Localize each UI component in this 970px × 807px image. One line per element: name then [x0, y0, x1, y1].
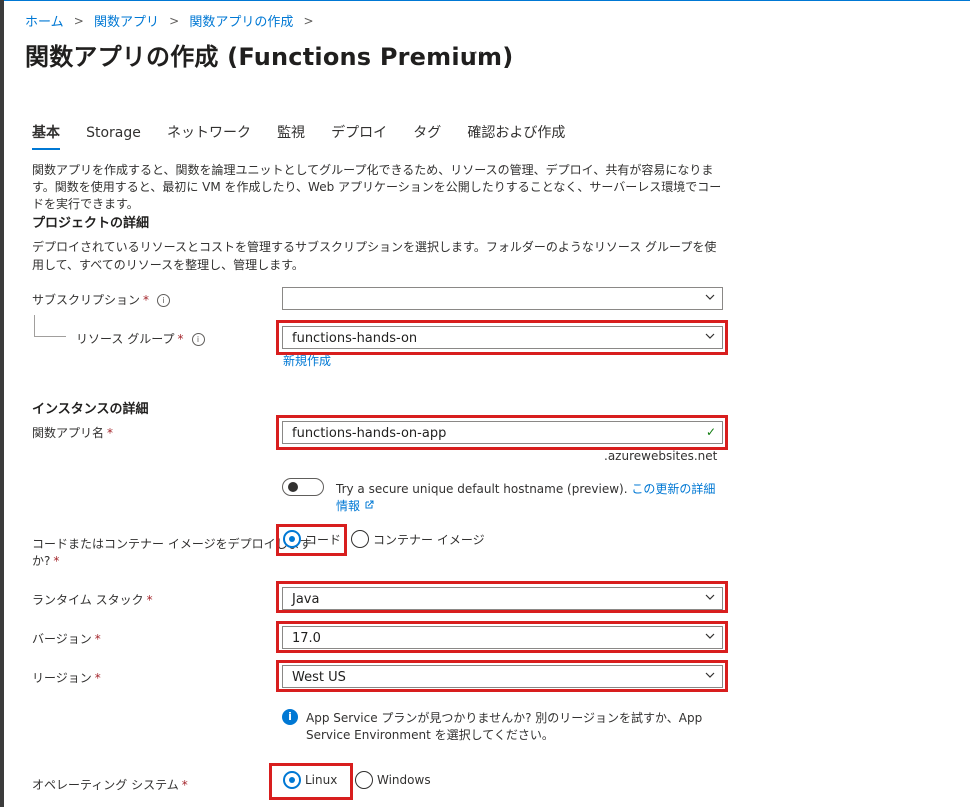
windows-radio[interactable] [355, 771, 373, 789]
function-app-name-label: 関数アプリ名 * [32, 425, 113, 441]
required-mark: * [94, 632, 101, 646]
breadcrumb: ホーム > 関数アプリ > 関数アプリの作成 > [25, 11, 320, 31]
tab-monitoring[interactable]: 監視 [277, 122, 305, 150]
required-mark: * [53, 554, 60, 568]
toggle-knob [288, 482, 298, 492]
region-label: リージョン * [32, 670, 101, 686]
tab-list: 基本 Storage ネットワーク 監視 デプロイ タグ 確認および作成 [32, 122, 586, 152]
tab-deployment[interactable]: デプロイ [331, 122, 387, 150]
function-app-name-label-text: 関数アプリ名 [32, 426, 105, 440]
version-label-text: バージョン [32, 632, 92, 646]
breadcrumb-create-function-app-link[interactable]: 関数アプリの作成 [189, 11, 293, 30]
operating-system-label-text: オペレーティング システム [32, 778, 179, 792]
chevron-down-icon [705, 594, 715, 600]
subscription-label: サブスクリプション * i [32, 292, 171, 308]
left-rail [0, 0, 4, 807]
unique-hostname-text: Try a secure unique default hostname (pr… [336, 481, 726, 515]
resource-group-tree-line [34, 336, 66, 337]
container-image-radio[interactable] [351, 530, 369, 548]
breadcrumb-home-link[interactable]: ホーム [25, 11, 64, 30]
resource-group-value: functions-hands-on [292, 331, 418, 346]
linux-radio-label: Linux [305, 773, 338, 787]
domain-suffix: .azurewebsites.net [604, 449, 718, 463]
runtime-stack-label: ランタイム スタック * [32, 592, 153, 608]
info-icon[interactable]: i [191, 333, 205, 346]
runtime-stack-value: Java [292, 592, 320, 607]
region-info-text: App Service プランが見つかりませんか? 別のリージョンを試すか、Ap… [306, 711, 703, 742]
required-mark: * [94, 671, 101, 685]
chevron-right-icon: > [169, 13, 180, 28]
chevron-right-icon: > [303, 13, 314, 28]
container-image-radio-label: コンテナー イメージ [373, 532, 485, 547]
intro-text: 関数アプリを作成すると、関数を論理ユニットとしてグループ化できるため、リソースの… [32, 163, 722, 211]
chevron-down-icon [705, 672, 715, 678]
breadcrumb-function-apps-link[interactable]: 関数アプリ [94, 11, 159, 30]
chevron-down-icon [705, 333, 715, 339]
code-radio-label: コード [305, 532, 342, 547]
chevron-down-icon [705, 633, 715, 639]
required-mark: * [181, 778, 188, 792]
function-app-name-value: functions-hands-on-app [292, 426, 447, 441]
windows-radio-label: Windows [377, 773, 431, 787]
deployment-type-label-line-2: か? [32, 554, 51, 568]
function-app-name-input[interactable]: functions-hands-on-app ✓ [282, 421, 723, 444]
function-app-create-page: ホーム > 関数アプリ > 関数アプリの作成 > 関数アプリの作成 (Funct… [0, 0, 970, 807]
unique-hostname-toggle[interactable] [282, 478, 324, 496]
resource-group-select[interactable]: functions-hands-on [282, 326, 723, 349]
region-value: West US [292, 670, 346, 685]
tab-storage[interactable]: Storage [86, 125, 141, 149]
required-mark: * [107, 426, 114, 440]
subscription-label-text: サブスクリプション [32, 293, 141, 307]
tab-network[interactable]: ネットワーク [167, 122, 251, 150]
chevron-down-icon [705, 294, 715, 300]
subscription-select[interactable] [282, 287, 723, 310]
create-new-resource-group-link[interactable]: 新規作成 [283, 352, 331, 369]
version-label: バージョン * [32, 631, 101, 647]
checkmark-icon: ✓ [705, 425, 716, 439]
deployment-type-label-line-1: コードまたはコンテナー イメージをデプロイします [32, 537, 312, 551]
operating-system-label: オペレーティング システム * [32, 777, 188, 793]
tab-basics[interactable]: 基本 [32, 122, 60, 150]
deployment-type-radio-group: コード [283, 530, 341, 548]
code-radio[interactable] [283, 530, 301, 548]
project-details-title: プロジェクトの詳細 [32, 216, 150, 231]
unique-hostname-description: Try a secure unique default hostname (pr… [336, 482, 628, 496]
tab-review-create[interactable]: 確認および作成 [467, 122, 565, 150]
external-link-icon [365, 500, 374, 509]
top-border [4, 0, 970, 1]
deployment-type-label: コードまたはコンテナー イメージをデプロイします か? * [32, 536, 312, 570]
version-value: 17.0 [292, 631, 321, 646]
resource-group-label: リソース グループ * i [76, 331, 205, 347]
region-select[interactable]: West US [282, 665, 723, 688]
instance-details-title: インスタンスの詳細 [32, 402, 149, 417]
runtime-stack-label-text: ランタイム スタック [32, 593, 144, 607]
linux-radio[interactable] [283, 771, 301, 789]
info-icon: i [282, 709, 298, 725]
tab-tags[interactable]: タグ [413, 122, 441, 150]
operating-system-radio-group: Linux [283, 771, 337, 789]
windows-option: Windows [355, 771, 431, 789]
info-icon[interactable]: i [157, 294, 171, 307]
required-mark: * [143, 293, 150, 307]
runtime-stack-select[interactable]: Java [282, 587, 723, 610]
resource-group-label-text: リソース グループ [76, 332, 175, 346]
version-select[interactable]: 17.0 [282, 626, 723, 649]
required-mark: * [146, 593, 153, 607]
project-details-description: デプロイされているリソースとコストを管理するサブスクリプションを選択します。フォ… [32, 240, 717, 272]
required-mark: * [177, 332, 184, 346]
container-image-option: コンテナー イメージ [351, 530, 485, 548]
page-title: 関数アプリの作成 (Functions Premium) [25, 43, 514, 71]
more-options-icon[interactable]: ··· [468, 43, 483, 62]
region-label-text: リージョン [32, 671, 92, 685]
resource-group-tree-line [34, 315, 35, 337]
chevron-right-icon: > [73, 13, 84, 28]
